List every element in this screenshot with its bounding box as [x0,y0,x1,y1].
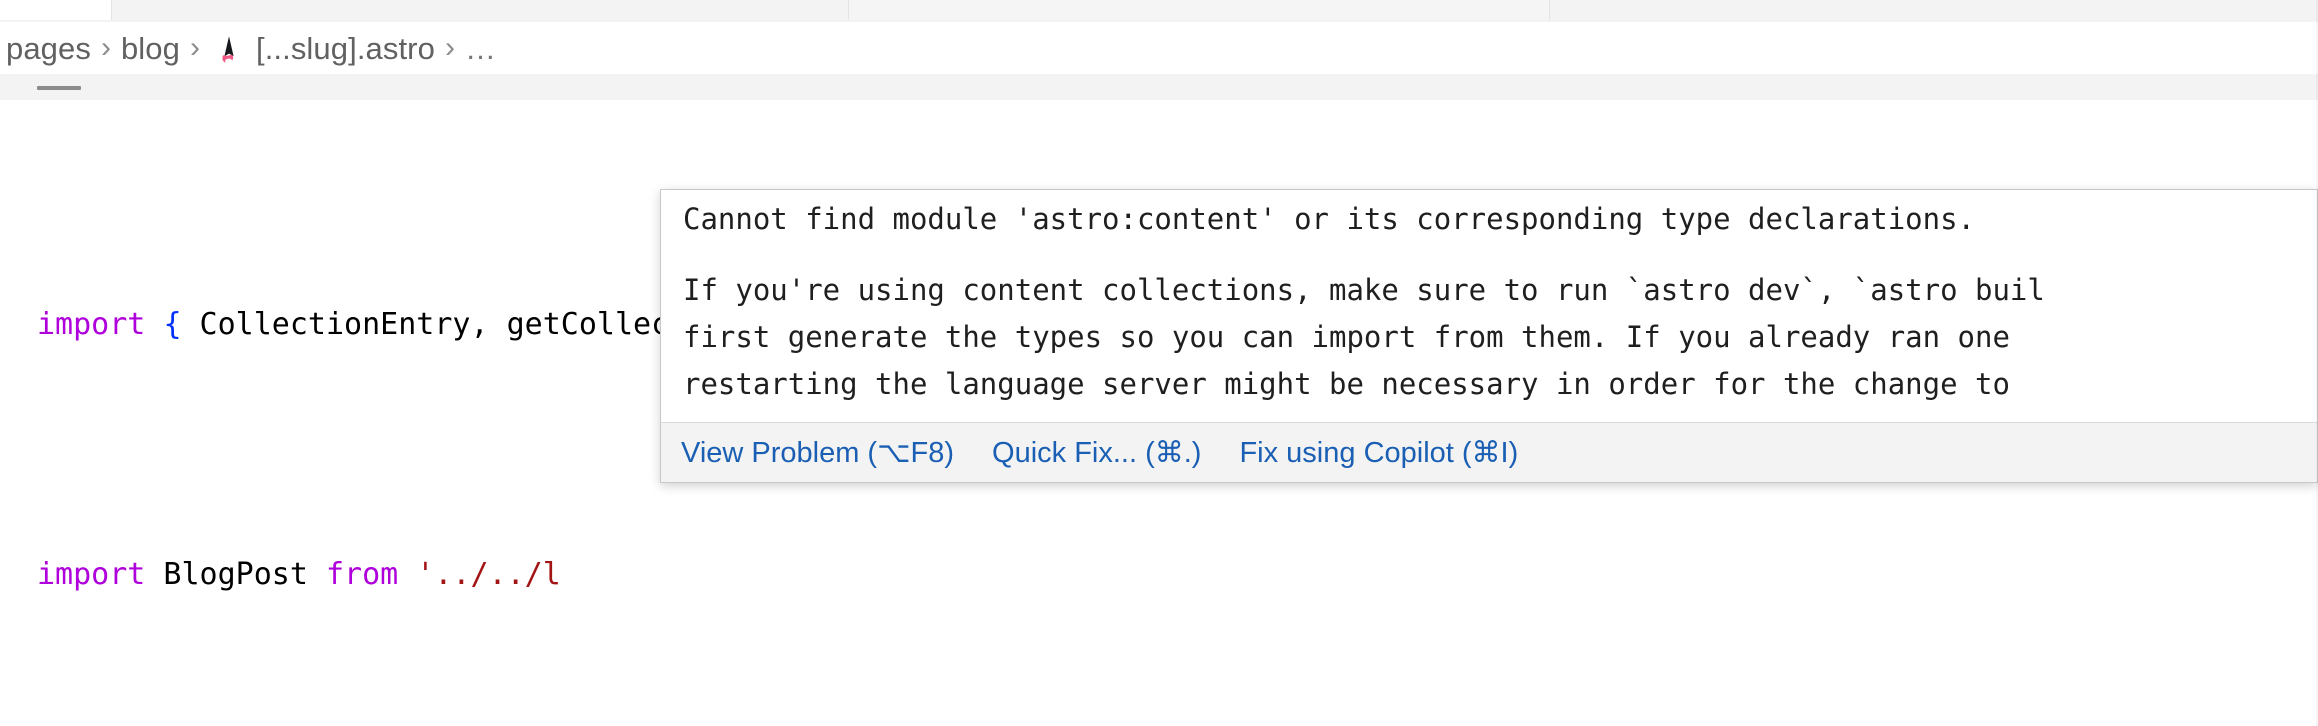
breadcrumb-item-blog[interactable]: blog [121,33,180,64]
hover-message-body: Cannot find module 'astro:content' or it… [661,190,2317,422]
breadcrumb: pages › blog › [...slug].astro › … [0,22,2318,74]
hover-message-line: first generate the types so you can impo… [683,320,2010,354]
editor-tab-strip [0,0,2318,23]
view-problem-action[interactable]: View Problem (⌥F8) [681,435,954,470]
code-line-import-blogpost[interactable]: import BlogPost from '../../l [0,550,2318,600]
hover-message-spacer [661,243,2317,267]
breadcrumb-item-overflow[interactable]: … [465,33,496,64]
editor-tab-left[interactable] [0,0,112,20]
editor-tab-right[interactable] [848,0,1550,20]
collapsed-region-indicator[interactable] [37,86,81,90]
hover-message-line: restarting the language server might be … [683,367,2010,401]
breadcrumb-separator: › [100,31,111,64]
hover-action-bar: View Problem (⌥F8) Quick Fix... (⌘.) Fix… [661,422,2317,482]
breadcrumb-separator: › [444,31,455,64]
breadcrumb-item-pages[interactable]: pages [6,33,91,64]
diagnostic-hover-popup[interactable]: Cannot find module 'astro:content' or it… [660,189,2318,483]
sticky-scroll-strip [0,74,2318,100]
astro-logo-icon [212,32,246,66]
hover-message-line: Cannot find module 'astro:content' or it… [683,202,1976,236]
breadcrumb-separator: › [189,31,200,64]
breadcrumb-item-file[interactable]: [...slug].astro [256,33,435,64]
quick-fix-action[interactable]: Quick Fix... (⌘.) [992,435,1201,470]
hover-message-line: If you're using content collections, mak… [683,273,2045,307]
code-editor[interactable]: import { CollectionEntry, getCollection … [0,74,2318,726]
fix-using-copilot-action[interactable]: Fix using Copilot (⌘I) [1239,435,1518,470]
vscode-editor-screenshot: pages › blog › [...slug].astro › … impor… [0,0,2318,726]
